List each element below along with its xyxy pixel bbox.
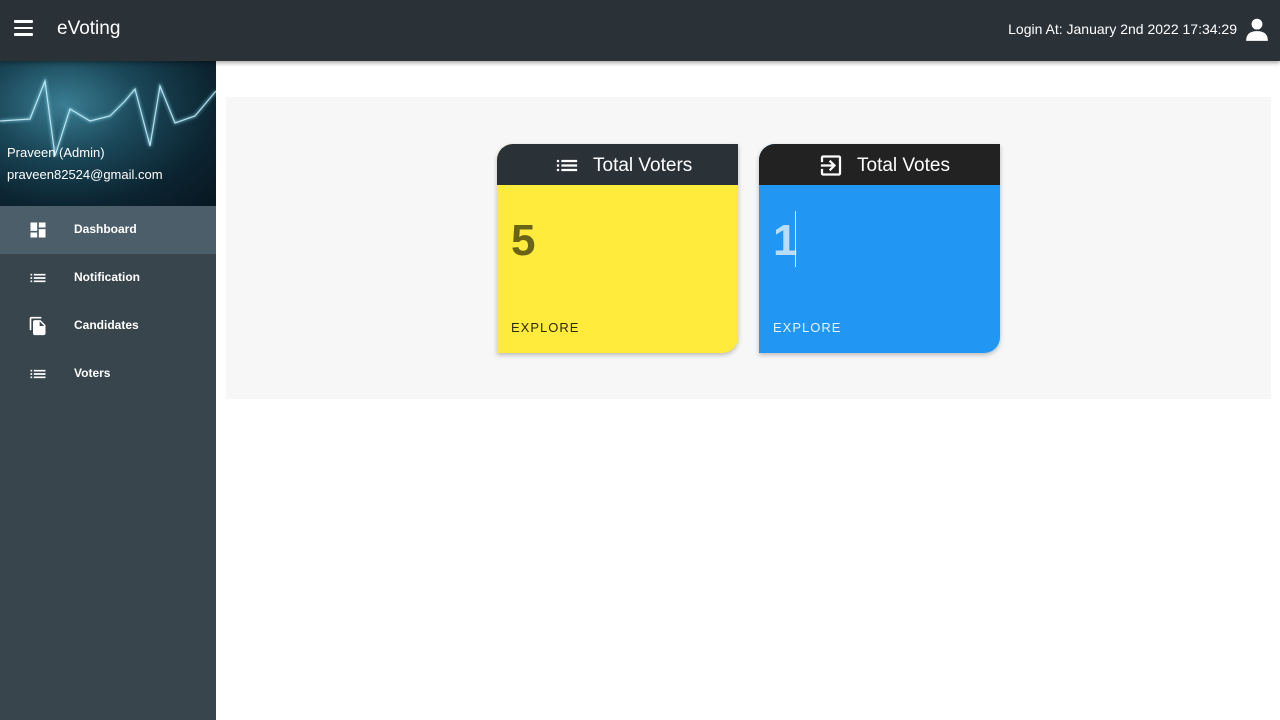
- card-title: Total Votes: [857, 155, 950, 176]
- explore-link[interactable]: EXPLORE: [773, 320, 841, 335]
- login-icon: [820, 155, 842, 176]
- sidebar: Praveen (Admin) praveen82524@gmail.com D…: [0, 61, 216, 720]
- card-header: Total Voters: [497, 144, 738, 185]
- dashboard-icon: [30, 222, 46, 238]
- sidebar-item-label: Notification: [74, 270, 140, 284]
- dashboard-panel: Total Voters 5 EXPLORE Total Votes 1 EXP…: [226, 97, 1271, 399]
- list-icon: [30, 273, 46, 283]
- profile-name: Praveen (Admin): [7, 145, 105, 160]
- top-app-bar: eVoting Login At: January 2nd 2022 17:34…: [0, 0, 1280, 61]
- card-value: 1: [773, 216, 798, 265]
- ekg-background-icon: [0, 77, 216, 157]
- explore-link[interactable]: EXPLORE: [511, 320, 579, 335]
- card-title: Total Voters: [593, 155, 693, 176]
- sidebar-item-notification[interactable]: Notification: [0, 254, 216, 302]
- total-votes-card[interactable]: Total Votes 1 EXPLORE: [759, 144, 1000, 353]
- list-icon: [30, 369, 46, 379]
- profile-header: Praveen (Admin) praveen82524@gmail.com: [0, 61, 216, 206]
- login-timestamp: Login At: January 2nd 2022 17:34:29: [1008, 21, 1237, 37]
- card-value: 5: [511, 216, 536, 265]
- sidebar-item-dashboard[interactable]: Dashboard: [0, 206, 216, 254]
- total-voters-card[interactable]: Total Voters 5 EXPLORE: [497, 144, 738, 353]
- card-header: Total Votes: [759, 144, 1000, 185]
- sidebar-item-voters[interactable]: Voters: [0, 350, 216, 398]
- list-icon: [556, 159, 578, 172]
- sidebar-item-label: Candidates: [74, 318, 139, 332]
- account-icon[interactable]: [1244, 15, 1270, 43]
- profile-email: praveen82524@gmail.com: [7, 167, 163, 182]
- app-title: eVoting: [57, 18, 121, 39]
- sidebar-item-label: Voters: [74, 366, 111, 380]
- file-copy-icon: [29, 316, 46, 336]
- sidebar-item-candidates[interactable]: Candidates: [0, 302, 216, 350]
- sidebar-item-label: Dashboard: [74, 222, 137, 236]
- main-content: Total Voters 5 EXPLORE Total Votes 1 EXP…: [216, 61, 1280, 720]
- menu-icon[interactable]: [14, 20, 33, 38]
- text-cursor: [795, 211, 796, 267]
